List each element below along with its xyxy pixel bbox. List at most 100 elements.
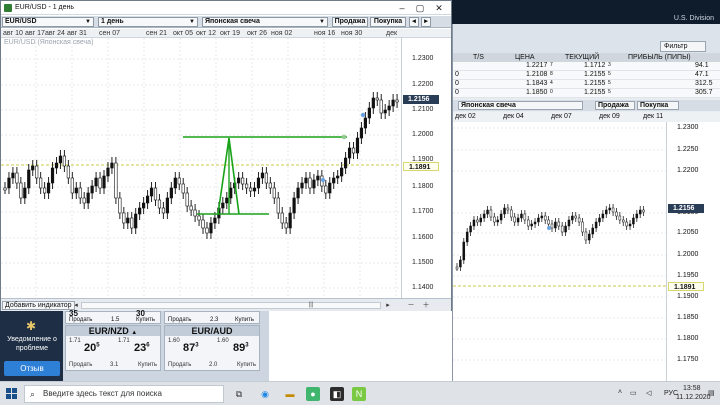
chevron-right-icon[interactable]: ▸ <box>421 17 431 27</box>
ticket-eur-aud[interactable]: EUR/AUD 1.60 873 1.60 893 Продать 2.0 Ку… <box>164 325 260 371</box>
scroll-thumb[interactable]: ||| <box>307 302 315 308</box>
edge-icon[interactable]: ◉ <box>258 387 272 401</box>
app-logo-icon <box>4 4 12 12</box>
col-profit[interactable]: ПРИБЫЛЬ (ПИПЫ) <box>628 54 691 61</box>
sell-button[interactable]: Продажа <box>332 17 368 27</box>
bg-price-tick: 1.2000 <box>677 251 699 258</box>
date-label: авг 17 <box>25 30 45 37</box>
volume-icon[interactable]: ◁ <box>646 389 651 397</box>
filter-button[interactable]: Фильтр <box>660 41 706 52</box>
scroll-right-icon[interactable]: ▸ <box>383 301 393 310</box>
bg-price-tick: 1.2250 <box>677 146 699 153</box>
dashed-price-tag: 1.1891 <box>403 162 439 171</box>
chart-scrollbar[interactable]: ||| <box>81 302 381 309</box>
search-placeholder: Введите здесь текст для поиска <box>43 389 162 398</box>
chart-type-select[interactable]: Японская свеча ▼ <box>202 17 328 27</box>
tray-arrow-icon[interactable]: ˄ <box>618 389 622 396</box>
strip-buy[interactable]: Купить <box>136 317 155 323</box>
bg-date: дек 09 <box>599 113 620 120</box>
col-price[interactable]: ЦЕНА <box>515 54 535 61</box>
ticket-strip-left[interactable]: 35 Продать 1.5 30 Купить <box>65 309 161 324</box>
buy-price[interactable]: 893 <box>233 342 249 354</box>
position-row[interactable]: 0 1.1850 0 1.2155 5 305.7 <box>453 89 720 98</box>
bg-candle-body <box>489 209 493 218</box>
sell-label[interactable]: Продать <box>69 362 92 368</box>
candle-body <box>66 165 70 179</box>
buy-price[interactable]: 236 <box>134 342 150 354</box>
sell-label[interactable]: Продать <box>168 362 191 368</box>
task-view-icon[interactable]: ⧉ <box>232 387 246 401</box>
add-indicator-button[interactable]: Добавить индикатор <box>2 301 75 310</box>
trading-app-icon[interactable]: N <box>352 387 366 401</box>
bg-date: дек 11 <box>643 113 664 120</box>
bg-candle-body <box>476 219 479 223</box>
ticket-symbol: EUR/AUD <box>165 326 259 336</box>
notifications-icon[interactable]: ▤ <box>708 389 715 397</box>
chart-plot-area[interactable] <box>1 38 401 298</box>
bg-candle-body <box>530 223 533 227</box>
bg-chart-toolbar: Японская свеча Продажа Покупка <box>453 100 720 111</box>
bg-candle-body <box>506 207 510 211</box>
zoom-out-icon[interactable]: － <box>406 301 416 310</box>
symbol-select[interactable]: EUR/USD ▼ <box>2 17 94 27</box>
position-row[interactable]: 1.2217 7 1.1712 3 94.1 <box>453 62 720 71</box>
buy-label[interactable]: Купить <box>138 362 157 368</box>
candle-body <box>367 107 371 119</box>
strip-buy[interactable]: Купить <box>235 317 254 323</box>
candle-body <box>46 182 51 194</box>
bg-candle-body <box>635 213 639 219</box>
bg-sell-button[interactable]: Продажа <box>595 101 635 110</box>
strip-sell[interactable]: Продать <box>168 317 191 323</box>
candle-body <box>252 187 257 192</box>
bg-candle-body <box>611 207 615 213</box>
position-row[interactable]: 0 1.1843 4 1.2155 5 312.5 <box>453 80 720 89</box>
candle-body <box>90 185 94 194</box>
candle-body <box>395 99 399 103</box>
sell-price-big: 20 <box>84 342 97 354</box>
buy-prefix: 1.71 <box>118 338 130 344</box>
candle-body <box>185 192 189 207</box>
minimize-icon[interactable]: – <box>396 2 408 14</box>
clock-time[interactable]: 13:58 <box>683 385 701 392</box>
bg-buy-button[interactable]: Покупка <box>637 101 679 110</box>
sell-price[interactable]: 205 <box>84 342 100 354</box>
candle-body <box>142 202 146 209</box>
taskbar-search-input[interactable]: ⌕ Введите здесь текст для поиска <box>24 385 224 403</box>
app-dark-icon[interactable]: ◧ <box>330 387 344 401</box>
date-label: сен 07 <box>99 30 120 37</box>
clock-date[interactable]: 11.12.2020 <box>676 394 711 401</box>
network-icon[interactable]: ▭ <box>630 389 637 397</box>
sell-price[interactable]: 873 <box>183 342 199 354</box>
bg-candle-body <box>622 219 625 223</box>
col-current[interactable]: ТЕКУЩИЙ <box>565 54 599 61</box>
zoom-in-icon[interactable]: ＋ <box>421 301 431 310</box>
maximize-icon[interactable]: ▢ <box>414 2 426 14</box>
app-green-icon[interactable]: ● <box>306 387 320 401</box>
ticket-strip-right[interactable]: Продать 2.3 Купить <box>164 311 260 324</box>
row-current: 1.2155 <box>584 89 606 96</box>
row-price: 1.2108 <box>526 71 548 78</box>
col-ts[interactable]: T/S <box>473 54 484 61</box>
buy-label[interactable]: Купить <box>237 362 256 368</box>
bg-chart-type-select[interactable]: Японская свеча <box>458 101 583 110</box>
chevron-left-icon[interactable]: ◂ <box>409 17 419 27</box>
price-tick: 1.2100 <box>412 106 434 113</box>
buy-button[interactable]: Покупка <box>370 17 406 27</box>
bg-candle-body <box>615 211 618 217</box>
windows-start-icon[interactable] <box>6 388 18 400</box>
ticket-eur-nzd[interactable]: EUR/NZD ▲ 1.71 205 1.71 236 Продать 3.1 … <box>65 325 161 371</box>
bg-chart-plot[interactable] <box>453 122 666 381</box>
candles <box>1 38 401 298</box>
bg-candle-body <box>469 225 472 233</box>
candle-body <box>39 177 43 189</box>
review-button[interactable]: Отзыв <box>4 361 60 376</box>
row-profit: 47.1 <box>695 71 709 78</box>
bg-candle-body <box>455 266 459 270</box>
row-profit: 94.1 <box>695 62 709 69</box>
file-explorer-icon[interactable]: ▬ <box>283 387 297 401</box>
close-icon[interactable]: ✕ <box>433 2 445 14</box>
strip-sell[interactable]: Продать <box>69 317 92 323</box>
candle-body <box>134 213 138 229</box>
period-select[interactable]: 1 день ▼ <box>98 17 198 27</box>
position-row[interactable]: 0 1.2108 8 1.2155 5 47.1 <box>453 71 720 80</box>
